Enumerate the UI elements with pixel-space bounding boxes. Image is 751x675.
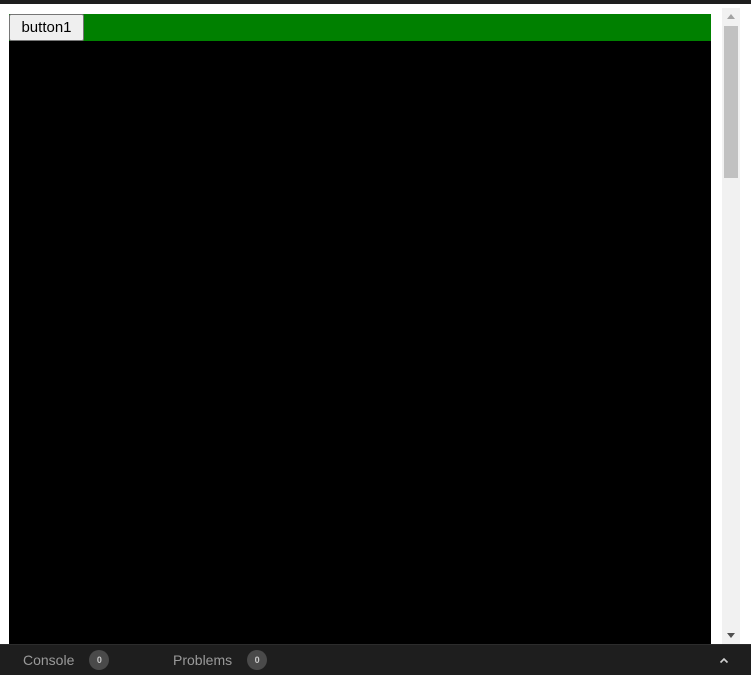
triangle-down-icon xyxy=(727,633,735,638)
scroll-down-button[interactable] xyxy=(722,627,740,644)
problems-count-badge: 0 xyxy=(247,650,268,670)
preview-frame: button1 xyxy=(0,4,751,644)
vertical-scrollbar[interactable] xyxy=(722,8,740,644)
bottom-panel-bar: Console 0 Problems 0 xyxy=(0,644,751,674)
triangle-up-icon xyxy=(727,14,735,19)
button1[interactable]: button1 xyxy=(9,14,84,41)
tab-problems[interactable]: Problems 0 xyxy=(173,645,268,675)
scroll-up-button[interactable] xyxy=(722,8,740,25)
tab-console[interactable]: Console 0 xyxy=(23,645,110,675)
console-count-badge: 0 xyxy=(89,650,110,670)
console-tab-label: Console xyxy=(23,652,75,668)
scroll-thumb[interactable] xyxy=(724,26,738,178)
problems-tab-label: Problems xyxy=(173,652,233,668)
expand-panel-button[interactable] xyxy=(712,645,736,675)
chevron-up-icon xyxy=(719,657,729,663)
content-area: button1 xyxy=(9,14,711,644)
green-toolbar: button1 xyxy=(9,14,711,41)
